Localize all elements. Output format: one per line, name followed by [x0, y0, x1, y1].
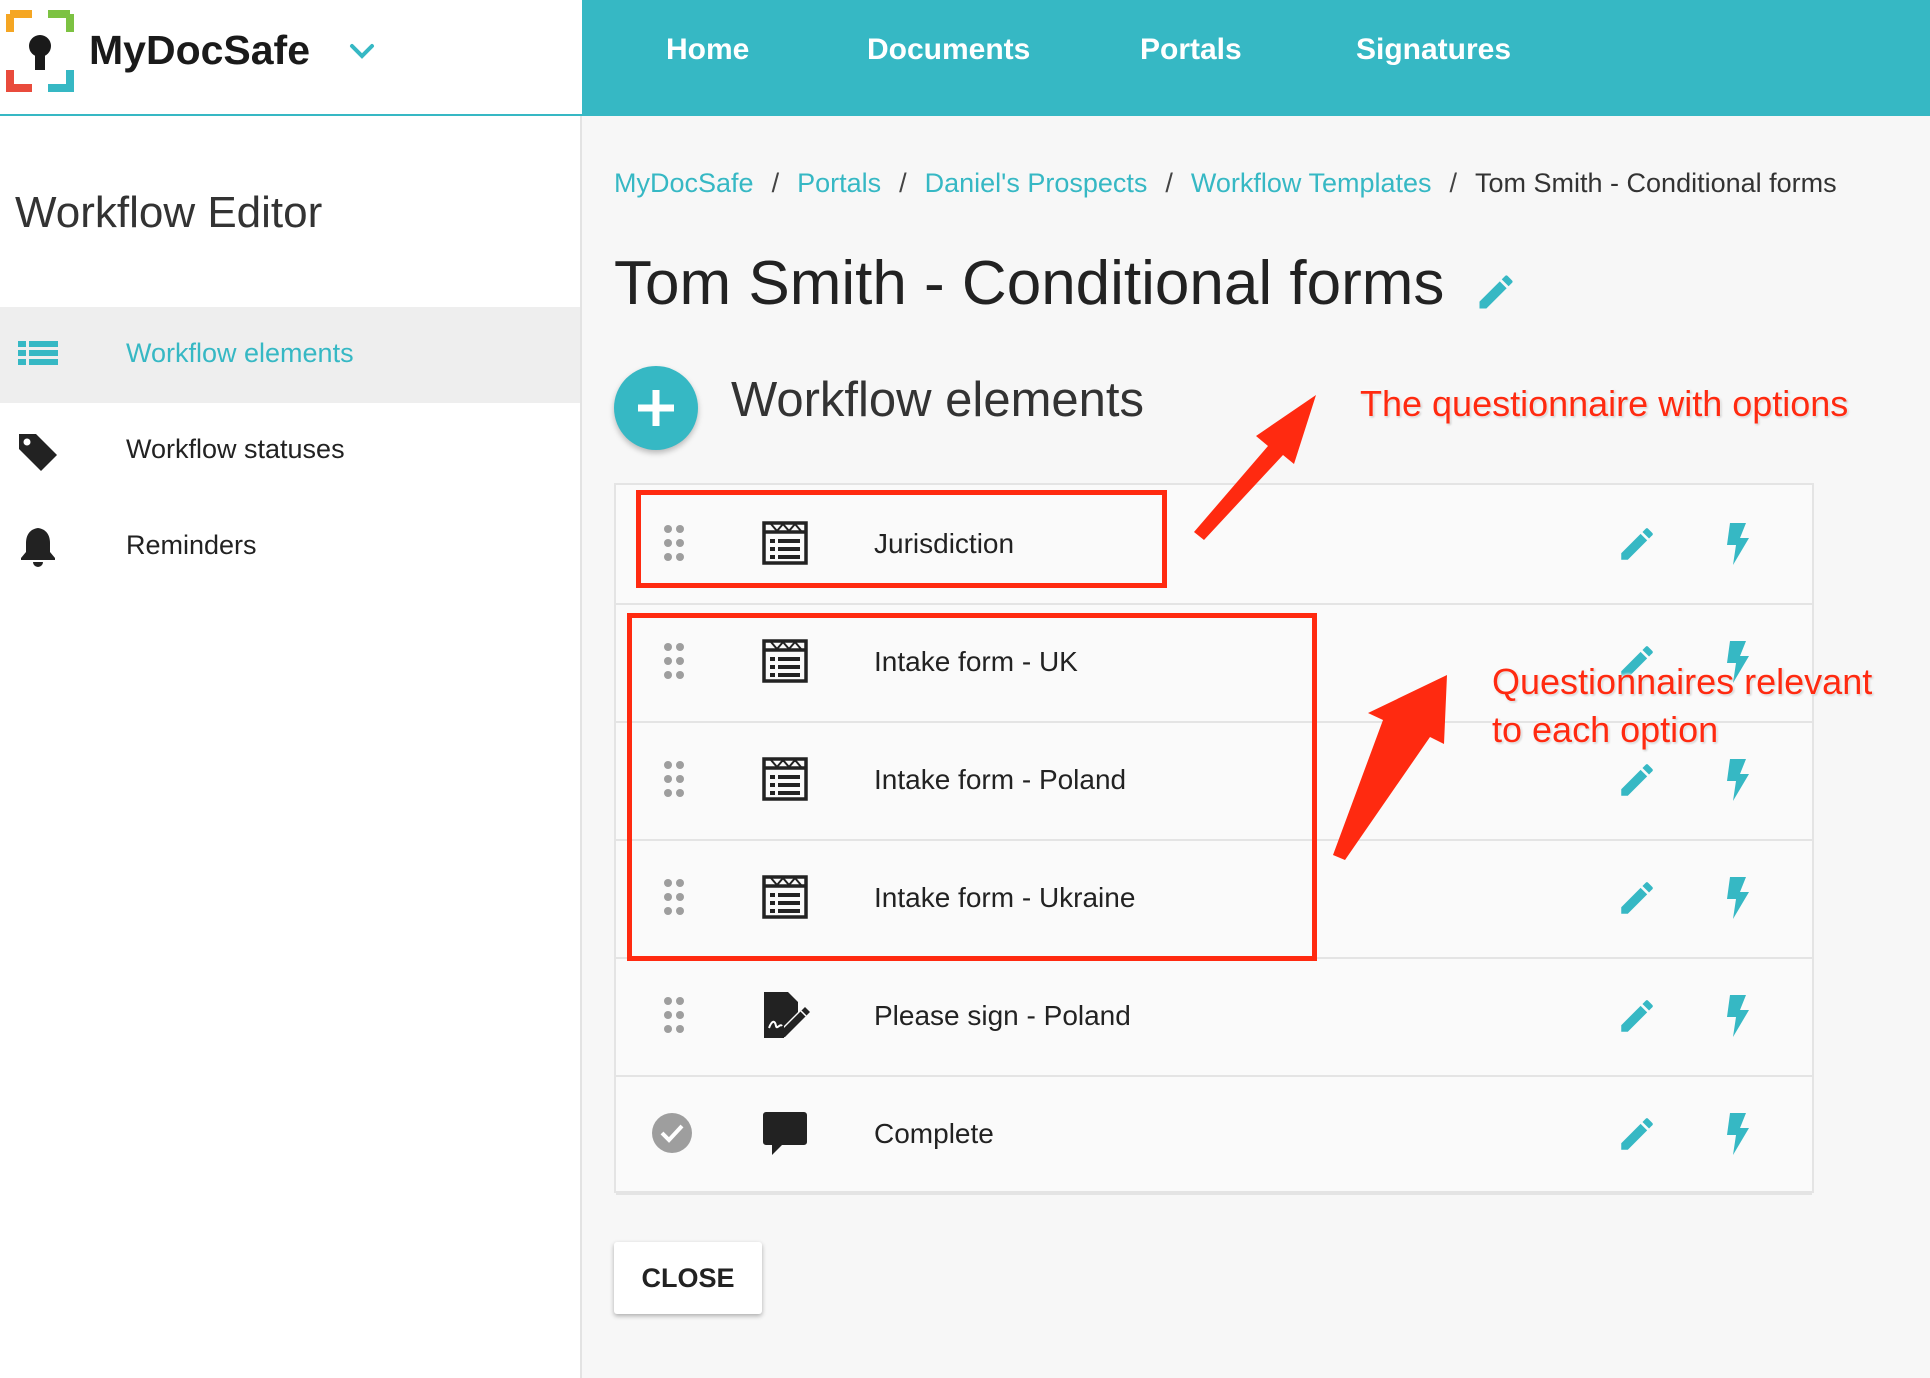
sidebar-item-workflow-elements[interactable]: Workflow elements	[0, 307, 580, 403]
edit-title-icon[interactable]	[1474, 270, 1518, 314]
edit-icon[interactable]	[1616, 877, 1658, 919]
breadcrumb-daniels-prospects[interactable]: Daniel's Prospects	[925, 168, 1148, 198]
lightning-icon[interactable]	[1720, 521, 1754, 567]
sidebar-item-reminders[interactable]: Reminders	[0, 499, 580, 595]
breadcrumb-portals[interactable]: Portals	[797, 168, 881, 198]
breadcrumb-separator: /	[899, 168, 907, 198]
drag-handle-icon[interactable]	[662, 995, 686, 1035]
add-element-button[interactable]	[614, 366, 698, 450]
edit-icon[interactable]	[1616, 995, 1658, 1037]
close-button[interactable]: CLOSE	[614, 1242, 762, 1314]
sidebar-item-workflow-statuses[interactable]: Workflow statuses	[0, 403, 580, 499]
highlight-box-questionnaire	[636, 490, 1167, 588]
lightning-icon[interactable]	[1720, 757, 1754, 803]
breadcrumb-mydocsafe[interactable]: MyDocSafe	[614, 168, 754, 198]
edit-icon[interactable]	[1616, 1113, 1658, 1155]
app-name: MyDocSafe	[89, 27, 311, 73]
edit-icon[interactable]	[1616, 759, 1658, 801]
element-label: Complete	[874, 1118, 994, 1149]
nav-documents[interactable]: Documents	[867, 33, 1030, 67]
list-icon	[18, 341, 58, 365]
lightning-icon[interactable]	[1720, 875, 1754, 921]
list-item[interactable]: Please sign - Poland	[616, 957, 1812, 1077]
sidebar-item-label: Workflow statuses	[126, 434, 345, 464]
lightning-icon[interactable]	[1720, 993, 1754, 1039]
lightning-icon[interactable]	[1720, 1111, 1754, 1157]
nav-signatures[interactable]: Signatures	[1356, 33, 1511, 67]
logo-icon	[6, 10, 74, 92]
breadcrumb-separator: /	[1165, 168, 1173, 198]
chevron-down-icon[interactable]	[346, 36, 378, 68]
plus-icon	[638, 390, 674, 426]
annotation-option-forms-line2: to each option	[1492, 709, 1719, 750]
sidebar-title: Workflow Editor	[15, 188, 323, 237]
top-navigation: Home Documents Portals Signatures	[582, 0, 1930, 116]
comment-icon	[763, 1112, 807, 1155]
annotation-option-forms-line1: Questionnaires relevant	[1492, 661, 1873, 702]
nav-portals[interactable]: Portals	[1140, 33, 1242, 67]
sidebar-item-label: Reminders	[126, 530, 257, 560]
annotation-questionnaire: The questionnaire with options	[1360, 383, 1849, 424]
brand-header: MyDocSafe	[0, 0, 582, 116]
breadcrumb-separator: /	[771, 168, 780, 198]
breadcrumb-workflow-templates[interactable]: Workflow Templates	[1191, 168, 1432, 198]
list-item[interactable]: Complete	[616, 1075, 1812, 1195]
nav-home[interactable]: Home	[666, 33, 749, 67]
breadcrumb-current: Tom Smith - Conditional forms	[1475, 168, 1837, 198]
breadcrumb: MyDocSafe / Portals / Daniel's Prospects / Wor…	[614, 168, 1837, 199]
tag-icon	[19, 434, 57, 471]
breadcrumb-separator: /	[1449, 168, 1458, 198]
sidebar-item-label: Workflow elements	[126, 338, 354, 368]
sidebar: Workflow Editor Workflow elements Workfl…	[0, 116, 582, 1378]
element-label: Please sign - Poland	[874, 1000, 1131, 1031]
page-title: Tom Smith - Conditional forms	[614, 249, 1445, 318]
edit-icon[interactable]	[1616, 523, 1658, 565]
section-title: Workflow elements	[731, 373, 1145, 427]
signature-icon	[764, 992, 810, 1038]
bell-icon	[21, 528, 55, 567]
check-circle-icon	[652, 1113, 692, 1153]
highlight-box-option-forms	[627, 613, 1317, 961]
